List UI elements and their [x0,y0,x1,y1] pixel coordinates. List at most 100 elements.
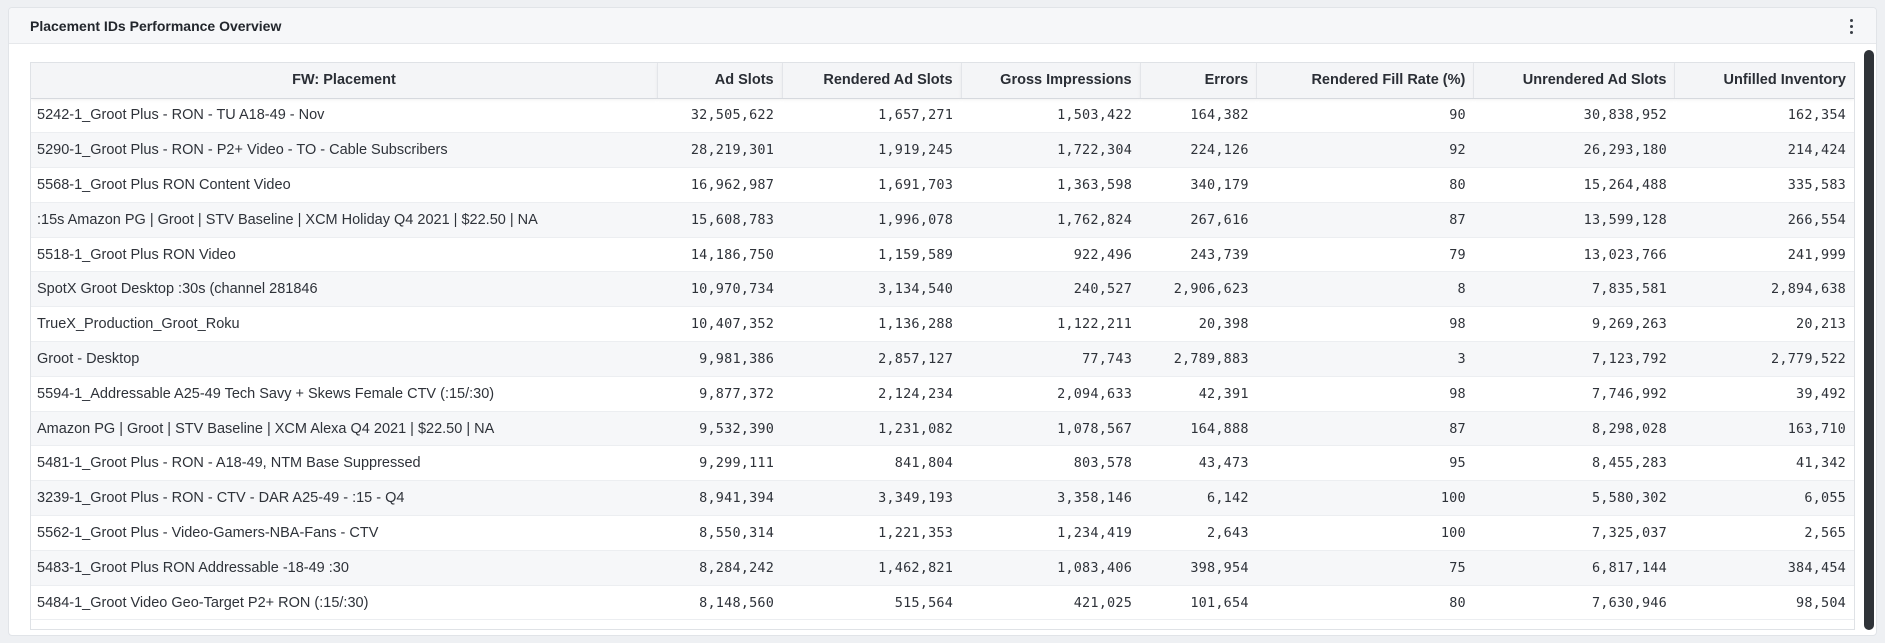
cell-placement: TrueX_Production_Groot_Roku [31,306,658,343]
cell-placement: 5518-1_Groot Plus RON Video [31,237,658,273]
cell-gross-impressions: 1,503,422 [961,98,1141,134]
cell-rendered-ad-slots: 1,919,245 [782,132,962,169]
cell-unrendered-ad-slots: 7,630,946 [1473,585,1675,621]
table-row[interactable]: Amazon PG | Groot | STV Baseline | XCM A… [31,411,1854,447]
cell-rendered-fill-rate: 80 [1256,585,1474,621]
cell-unrendered-ad-slots: 9,269,263 [1473,306,1675,343]
cell-unrendered-ad-slots: 7,123,792 [1473,341,1675,377]
table-row[interactable]: 5242-1_Groot Plus - RON - TU A18-49 - No… [31,98,1854,134]
cell-gross-impressions: 421,025 [961,585,1141,621]
cell-rendered-ad-slots: 1,996,078 [782,202,962,238]
cell-placement: Groot - Desktop [31,341,658,377]
cell-gross-impressions: 240,527 [961,271,1141,308]
cell-rendered-ad-slots: 1,221,353 [782,515,962,551]
scrollbar-thumb[interactable] [1864,50,1874,630]
table-row[interactable]: 5484-1_Groot Video Geo-Target P2+ RON (:… [31,585,1854,621]
cell-placement: Amazon PG | Groot | STV Baseline | XCM A… [31,411,658,447]
table-row[interactable]: 5518-1_Groot Plus RON Video 14,186,750 1,1… [31,237,1854,273]
cell-errors: 164,382 [1140,98,1257,134]
placement-table: FW: Placement Ad Slots Rendered Ad Slots… [30,62,1855,630]
cell-ad-slots: 15,608,783 [657,202,783,238]
column-header-placement[interactable]: FW: Placement [31,63,658,99]
cell-ad-slots: 9,532,390 [657,411,783,447]
table-header-row: FW: Placement Ad Slots Rendered Ad Slots… [31,63,1854,99]
cell-unfilled-inventory: 241,999 [1674,237,1854,273]
cell-placement: SpotX Groot Desktop :30s (channel 281846 [31,271,658,308]
cell-unrendered-ad-slots: 26,293,180 [1473,132,1675,169]
cell-errors: 43,473 [1140,445,1257,482]
cell-unrendered-ad-slots: 7,835,581 [1473,271,1675,308]
cell-gross-impressions: 803,578 [961,445,1141,482]
cell-placement: 5594-1_Addressable A25-49 Tech Savy + Sk… [31,376,658,412]
table-row[interactable]: 5290-1_Groot Plus - RON - P2+ Video - TO… [31,132,1854,169]
column-header-gross-impressions[interactable]: Gross Impressions [961,63,1141,99]
cell-unfilled-inventory: 20,213 [1674,306,1854,343]
table-row[interactable]: 5562-1_Groot Plus - Video-Gamers-NBA-Fan… [31,515,1854,551]
cell-unfilled-inventory: 6,055 [1674,480,1854,517]
column-header-unrendered-ad-slots[interactable]: Unrendered Ad Slots [1473,63,1676,99]
cell-placement: 5568-1_Groot Plus RON Content Video [31,167,658,203]
cell-ad-slots: 8,941,394 [657,480,783,517]
cell-placement: 5242-1_Groot Plus - RON - TU A18-49 - No… [31,98,658,134]
cell-errors: 2,643 [1140,515,1257,551]
cell-ad-slots: 8,148,560 [657,585,783,621]
cell-rendered-fill-rate: 87 [1256,202,1474,238]
cell-errors: 398,954 [1140,550,1257,586]
cell-rendered-ad-slots: 515,564 [782,585,962,621]
cell-errors: 6,142 [1140,480,1257,517]
cell-unfilled-inventory: 2,779,522 [1674,341,1854,377]
column-header-ad-slots[interactable]: Ad Slots [657,63,783,99]
column-header-rendered-ad-slots[interactable]: Rendered Ad Slots [782,63,962,99]
cell-rendered-fill-rate: 98 [1256,306,1474,343]
cell-ad-slots: 28,219,301 [657,132,783,169]
cell-rendered-fill-rate: 98 [1256,376,1474,412]
cell-gross-impressions: 77,743 [961,341,1141,377]
column-header-rendered-fill-rate[interactable]: Rendered Fill Rate (%) [1256,63,1475,99]
cell-ad-slots: 8,550,314 [657,515,783,551]
cell-rendered-fill-rate: 3 [1256,341,1474,377]
cell-placement: :15s Amazon PG | Groot | STV Baseline | … [31,202,658,238]
cell-rendered-fill-rate: 80 [1256,167,1474,203]
table-row[interactable]: SpotX Groot Desktop :30s (channel 281846… [31,271,1854,308]
cell-unfilled-inventory: 2,894,638 [1674,271,1854,308]
cell-rendered-fill-rate: 95 [1256,445,1474,482]
cell-unfilled-inventory: 162,354 [1674,98,1854,134]
table-row[interactable]: :15s Amazon PG | Groot | STV Baseline | … [31,202,1854,238]
cell-rendered-ad-slots: 841,804 [782,445,962,482]
cell-gross-impressions: 1,078,567 [961,411,1141,447]
cell-rendered-fill-rate: 90 [1256,98,1474,134]
column-header-unfilled-inventory[interactable]: Unfilled Inventory [1674,63,1854,99]
cell-rendered-ad-slots: 3,349,193 [782,480,962,517]
table-row[interactable]: Groot - Desktop 9,981,386 2,857,127 77,743 2… [31,341,1854,377]
cell-rendered-fill-rate: 92 [1256,132,1474,169]
cell-unrendered-ad-slots: 5,580,302 [1473,480,1675,517]
table-row[interactable]: TrueX_Production_Groot_Roku 10,407,352 1,1… [31,306,1854,343]
table-row[interactable]: 3239-1_Groot Plus - RON - CTV - DAR A25-… [31,480,1854,517]
cell-gross-impressions: 1,363,598 [961,167,1141,203]
kebab-menu-icon[interactable] [1844,17,1858,35]
cell-placement: 5290-1_Groot Plus - RON - P2+ Video - TO… [31,132,658,169]
vertical-scrollbar[interactable] [1864,50,1874,630]
cell-unrendered-ad-slots: 8,455,283 [1473,445,1675,482]
cell-rendered-fill-rate: 100 [1256,480,1474,517]
cell-unfilled-inventory: 41,342 [1674,445,1854,482]
cell-rendered-ad-slots: 1,231,082 [782,411,962,447]
cell-gross-impressions: 2,094,633 [961,376,1141,412]
cell-unfilled-inventory: 98,504 [1674,585,1854,621]
cell-ad-slots: 32,505,622 [657,98,783,134]
table-row[interactable]: 5481-1_Groot Plus - RON - A18-49, NTM Ba… [31,445,1854,482]
cell-gross-impressions: 1,762,824 [961,202,1141,238]
cell-errors: 164,888 [1140,411,1257,447]
placement-performance-panel: Placement IDs Performance Overview FW: P… [8,7,1877,636]
table-row[interactable]: 5594-1_Addressable A25-49 Tech Savy + Sk… [31,376,1854,412]
cell-ad-slots: 10,970,734 [657,271,783,308]
cell-unfilled-inventory: 163,710 [1674,411,1854,447]
cell-rendered-fill-rate: 100 [1256,515,1474,551]
cell-unrendered-ad-slots: 13,023,766 [1473,237,1675,273]
cell-rendered-ad-slots: 1,159,589 [782,237,962,273]
cell-rendered-ad-slots: 1,136,288 [782,306,962,343]
cell-errors: 2,906,623 [1140,271,1257,308]
table-row[interactable]: 5483-1_Groot Plus RON Addressable -18-49… [31,550,1854,586]
column-header-errors[interactable]: Errors [1140,63,1258,99]
table-row[interactable]: 5568-1_Groot Plus RON Content Video 16,96… [31,167,1854,203]
